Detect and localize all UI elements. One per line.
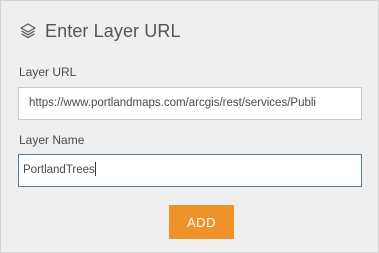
panel-title: Enter Layer URL — [45, 20, 181, 41]
layer-url-value: https://www.portlandmaps.com/arcgis/rest… — [29, 97, 316, 109]
layer-name-value: PortlandTrees — [23, 164, 95, 176]
layer-name-input[interactable]: PortlandTrees — [18, 154, 362, 187]
layers-icon — [19, 22, 37, 40]
text-caret — [94, 162, 96, 176]
add-button[interactable]: ADD — [169, 205, 234, 239]
layer-name-label: Layer Name — [19, 133, 85, 147]
layer-url-input[interactable]: https://www.portlandmaps.com/arcgis/rest… — [18, 87, 362, 120]
panel-header: Enter Layer URL — [19, 19, 181, 43]
enter-layer-url-panel: Enter Layer URL Layer URL https://www.po… — [0, 0, 379, 253]
layer-url-label: Layer URL — [19, 65, 77, 79]
